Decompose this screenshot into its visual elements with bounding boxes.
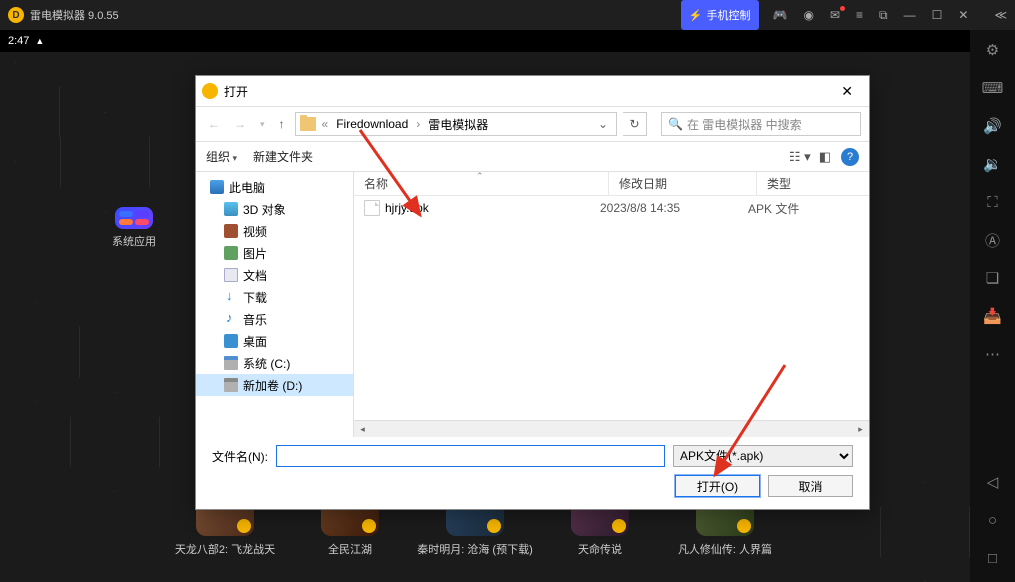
emulator-right-toolbar: ⚙ ⌨ 🔊 🔉 ⛶ Ⓐ ❏ 📥 ⋯ ◁ ○ □ <box>970 30 1015 582</box>
tree-icon <box>224 356 238 370</box>
new-folder-button[interactable]: 新建文件夹 <box>253 148 313 165</box>
popout-icon[interactable]: ⧉ <box>871 0 896 30</box>
tree-icon <box>224 268 238 282</box>
app-logo-icon: D <box>8 7 24 23</box>
cancel-button[interactable]: 取消 <box>768 475 853 497</box>
home-button[interactable]: ○ <box>983 510 1003 530</box>
system-apps-icon[interactable]: 系统应用 <box>113 207 155 249</box>
app-title: 雷电模拟器 9.0.55 <box>30 7 119 23</box>
install-apk-icon[interactable]: 📥 <box>983 306 1003 326</box>
locale-icon[interactable]: Ⓐ <box>983 230 1003 250</box>
sidebar-item[interactable]: 系统 (C:) <box>196 352 353 374</box>
help-button[interactable]: ? <box>841 148 859 166</box>
tree-icon <box>224 224 238 238</box>
system-apps-label: 系统应用 <box>112 233 156 249</box>
organize-button[interactable]: 组织 <box>206 148 237 165</box>
breadcrumb-segment[interactable]: Firedownload <box>334 117 410 131</box>
sidebar-item[interactable]: 图片 <box>196 242 353 264</box>
column-headers: ⌃ 名称 修改日期 类型 <box>354 172 869 196</box>
file-list: hjrjy.apk2023/8/8 14:35APK 文件 <box>354 196 869 420</box>
scroll-right-icon[interactable]: ▸ <box>852 421 869 437</box>
dialog-close-button[interactable]: ✕ <box>831 79 863 104</box>
user-icon[interactable]: ◉ <box>795 0 821 30</box>
sidebar-item[interactable]: 音乐 <box>196 308 353 330</box>
dialog-toolbar: 组织 新建文件夹 ☷ ▾ ◧ ? <box>196 142 869 172</box>
sidebar-item[interactable]: 视频 <box>196 220 353 242</box>
column-date[interactable]: 修改日期 <box>609 172 757 195</box>
scroll-left-icon[interactable]: ◂ <box>354 421 371 437</box>
tree-icon <box>224 334 238 348</box>
sidebar-item[interactable]: 下载 <box>196 286 353 308</box>
maximize-button[interactable]: ☐ <box>924 0 951 30</box>
search-icon: 🔍 <box>668 117 683 131</box>
breadcrumb-segment[interactable]: 雷电模拟器 <box>426 116 490 133</box>
view-preview-icon[interactable]: ◧ <box>819 149 831 165</box>
sidebar-item[interactable]: 3D 对象 <box>196 198 353 220</box>
tree-icon <box>224 378 238 392</box>
column-type[interactable]: 类型 <box>757 172 869 195</box>
file-open-dialog: 打开 ✕ ← → ▾ ↑ « Firedownload › 雷电模拟器 ⌄ ↻ … <box>195 75 870 510</box>
close-button[interactable]: ✕ <box>950 0 976 30</box>
notification-icon: ▲ <box>35 36 44 46</box>
gamepad-icon[interactable]: 🎮 <box>765 0 796 30</box>
sidebar-item[interactable]: 桌面 <box>196 330 353 352</box>
volume-up-icon[interactable]: 🔊 <box>983 116 1003 136</box>
fullscreen-icon[interactable]: ⛶ <box>983 192 1003 212</box>
collapse-sidebar-icon[interactable]: ≪ <box>986 0 1015 30</box>
search-box[interactable]: 🔍 在 雷电模拟器 中搜索 <box>661 112 861 136</box>
folder-icon <box>300 117 316 131</box>
sidebar-item[interactable]: 文档 <box>196 264 353 286</box>
nav-up-button[interactable]: ↑ <box>275 113 289 135</box>
dialog-navbar: ← → ▾ ↑ « Firedownload › 雷电模拟器 ⌄ ↻ 🔍 在 雷… <box>196 106 869 142</box>
nav-forward-button[interactable]: → <box>230 113 250 135</box>
tree-icon <box>224 312 238 326</box>
more-icon[interactable]: ⋯ <box>983 344 1003 364</box>
tree-icon <box>224 202 238 216</box>
tree-icon <box>210 180 224 194</box>
nav-back-button[interactable]: ← <box>204 113 224 135</box>
multi-instance-icon[interactable]: ❏ <box>983 268 1003 288</box>
mail-icon[interactable]: ✉ <box>822 0 848 30</box>
menu-icon[interactable]: ≡ <box>848 0 871 30</box>
settings-icon[interactable]: ⚙ <box>983 40 1003 60</box>
dialog-titlebar: 打开 ✕ <box>196 76 869 106</box>
dialog-app-icon <box>202 83 218 99</box>
android-statusbar: 2:47 ▲ ▾ ◢ ▮ <box>0 30 1015 52</box>
address-bar[interactable]: « Firedownload › 雷电模拟器 ⌄ <box>295 112 617 136</box>
filename-label: 文件名(N): <box>212 448 268 465</box>
sidebar-item[interactable]: 此电脑 <box>196 176 353 198</box>
volume-down-icon[interactable]: 🔉 <box>983 154 1003 174</box>
filename-input[interactable] <box>276 445 665 467</box>
view-details-icon[interactable]: ☷ ▾ <box>789 149 811 165</box>
address-dropdown-icon[interactable]: ⌄ <box>594 117 612 131</box>
tree-icon <box>224 246 238 260</box>
emulator-titlebar: D 雷电模拟器 9.0.55 ⚡手机控制 🎮 ◉ ✉ ≡ ⧉ — ☐ ✕ ≪ <box>0 0 1015 30</box>
open-button[interactable]: 打开(O) <box>675 475 760 497</box>
tree-icon <box>224 290 238 304</box>
dialog-sidebar: 此电脑3D 对象视频图片文档下载音乐桌面系统 (C:)新加卷 (D:) <box>196 172 354 437</box>
status-time: 2:47 <box>8 35 29 47</box>
file-row[interactable]: hjrjy.apk2023/8/8 14:35APK 文件 <box>354 196 869 220</box>
horizontal-scrollbar[interactable]: ◂ ▸ <box>354 420 869 437</box>
back-button[interactable]: ◁ <box>983 472 1003 492</box>
minimize-button[interactable]: — <box>896 0 924 30</box>
refresh-button[interactable]: ↻ <box>623 112 647 136</box>
nav-history-dropdown[interactable]: ▾ <box>256 115 269 134</box>
phone-control-button[interactable]: ⚡手机控制 <box>681 0 759 30</box>
filetype-filter[interactable]: APK文件(*.apk) <box>673 445 853 467</box>
keyboard-icon[interactable]: ⌨ <box>983 78 1003 98</box>
sidebar-item[interactable]: 新加卷 (D:) <box>196 374 353 396</box>
dialog-title: 打开 <box>224 83 248 100</box>
recents-button[interactable]: □ <box>983 548 1003 568</box>
file-icon <box>364 200 380 216</box>
sort-indicator-icon: ⌃ <box>476 172 484 182</box>
